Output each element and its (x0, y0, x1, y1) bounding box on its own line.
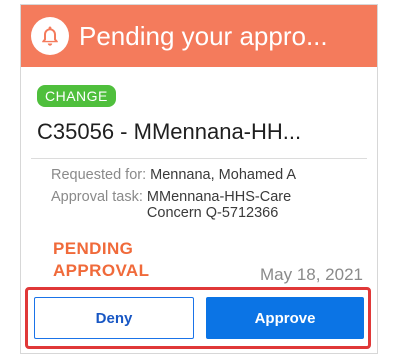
requested-for-label: Requested for: (51, 167, 147, 183)
approval-card[interactable]: Pending your appro... CHANGE C35056 - MM… (20, 4, 378, 354)
requested-for-row: Requested for: Mennana, Mohamed A (51, 167, 296, 183)
banner-title: Pending your appro... (79, 20, 328, 51)
status-line2: APPROVAL (53, 261, 150, 280)
requested-for-value: Mennana, Mohamed A (150, 167, 297, 183)
actions-highlight: Deny Approve (25, 287, 371, 349)
pending-banner: Pending your appro... (21, 5, 377, 67)
bell-icon-circle (31, 17, 69, 55)
status-badge: PENDING APPROVAL (53, 238, 149, 282)
approval-task-value: MMennana-HHS-Care Concern Q-5712366 (147, 189, 291, 221)
approval-task-value-line2: Concern Q-5712366 (146, 205, 279, 221)
bell-icon (42, 26, 58, 46)
approval-task-label: Approval task: (51, 189, 143, 205)
status-line1: PENDING (53, 239, 134, 258)
approval-task-row: Approval task: MMennana-HHS-Care Concern… (51, 189, 291, 221)
approve-button[interactable]: Approve (206, 297, 364, 339)
deny-button[interactable]: Deny (34, 297, 194, 339)
record-title[interactable]: C35056 - MMennana-HH... (37, 119, 367, 145)
approval-task-value-line1: MMennana-HHS-Care (146, 189, 292, 205)
change-badge: CHANGE (37, 85, 116, 107)
request-date: May 18, 2021 (259, 265, 363, 284)
divider (31, 158, 367, 159)
